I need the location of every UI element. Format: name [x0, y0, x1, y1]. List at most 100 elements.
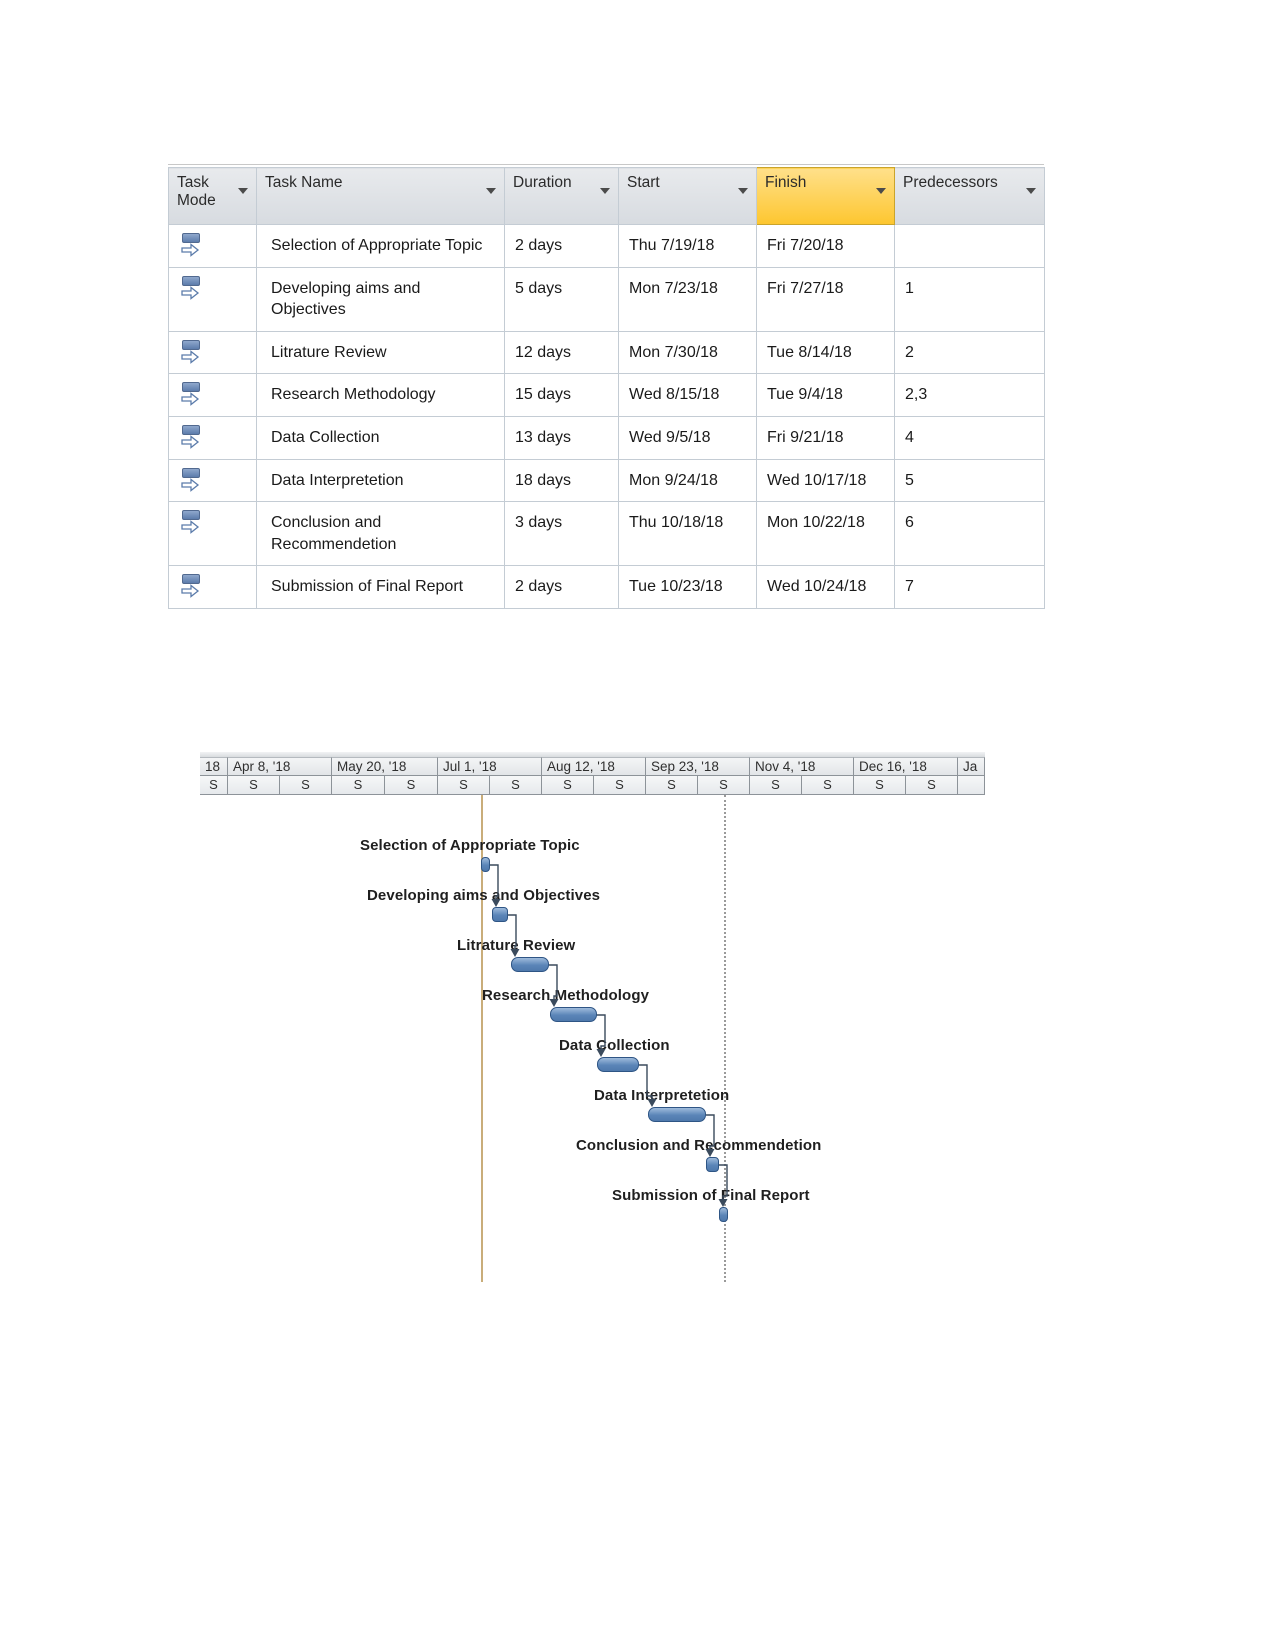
table-row[interactable]: Research Methodology 15 days Wed 8/15/18 Tu… — [168, 373, 1045, 417]
cell-predecessors[interactable]: 2 — [894, 330, 1045, 375]
cell-finish[interactable]: Fri 7/27/18 — [756, 266, 895, 332]
filter-dropdown-icon[interactable] — [238, 188, 248, 194]
cell-task-name[interactable]: Developing aims and Objectives — [256, 266, 505, 332]
timescale-minor-cell: S — [332, 776, 385, 795]
cell-finish[interactable]: Tue 8/14/18 — [756, 330, 895, 375]
column-header-predecessors[interactable]: Predecessors — [894, 167, 1045, 225]
cell-start[interactable]: Thu 7/19/18 — [618, 224, 757, 268]
gantt-bar-label: Submission of Final Report — [612, 1187, 810, 1204]
column-header-finish[interactable]: Finish — [756, 167, 895, 225]
manually-scheduled-icon — [181, 339, 203, 366]
cell-duration[interactable]: 2 days — [504, 565, 619, 609]
cell-predecessors[interactable]: 5 — [894, 458, 1045, 503]
filter-dropdown-icon[interactable] — [1026, 188, 1036, 194]
timescale-minor-cell: S — [854, 776, 906, 795]
cell-duration[interactable]: 3 days — [504, 501, 619, 567]
timescale-minor-cell — [958, 776, 985, 795]
timescale-major-cell: Nov 4, '18 — [750, 757, 854, 776]
cell-finish[interactable]: Wed 10/17/18 — [756, 458, 895, 503]
cell-start[interactable]: Mon 7/23/18 — [618, 266, 757, 332]
cell-start[interactable]: Tue 10/23/18 — [618, 565, 757, 609]
column-header-task-name-label: Task Name — [265, 174, 343, 191]
column-header-duration[interactable]: Duration — [504, 167, 619, 225]
cell-task-name[interactable]: Conclusion and Recommendetion — [256, 501, 505, 567]
gantt-bar[interactable] — [481, 857, 490, 872]
table-row[interactable]: Conclusion and Recommendetion 3 days Thu 1… — [168, 501, 1045, 567]
cell-finish[interactable]: Fri 7/20/18 — [756, 224, 895, 268]
gantt-bar[interactable] — [492, 907, 508, 922]
gantt-bar[interactable] — [706, 1157, 719, 1172]
cell-task-mode[interactable] — [168, 330, 257, 375]
table-row[interactable]: Data Interpretetion 18 days Mon 9/24/18 Wed… — [168, 458, 1045, 503]
table-row[interactable]: Litrature Review 12 days Mon 7/30/18 Tue 8/… — [168, 330, 1045, 375]
column-header-task-name[interactable]: Task Name — [256, 167, 505, 225]
cell-finish[interactable]: Wed 10/24/18 — [756, 565, 895, 609]
cell-duration[interactable]: 18 days — [504, 458, 619, 503]
filter-dropdown-icon[interactable] — [738, 188, 748, 194]
table-row[interactable]: Submission of Final Report 2 days Tue 10/2… — [168, 565, 1045, 609]
cell-duration[interactable]: 15 days — [504, 373, 619, 417]
timescale-minor-cell: S — [750, 776, 802, 795]
timescale-minor-cell: S — [906, 776, 958, 795]
cell-task-name[interactable]: Data Interpretetion — [256, 458, 505, 503]
cell-task-name[interactable]: Research Methodology — [256, 373, 505, 417]
cell-task-mode[interactable] — [168, 266, 257, 332]
gantt-bar-area: Selection of Appropriate Topic Developing… — [200, 795, 985, 1282]
cell-predecessors[interactable]: 4 — [894, 415, 1045, 460]
cell-start[interactable]: Thu 10/18/18 — [618, 501, 757, 567]
cell-task-mode[interactable] — [168, 501, 257, 567]
cell-task-name[interactable]: Selection of Appropriate Topic — [256, 224, 505, 268]
table-header-row: Task Mode Task Name Duration Start Finis… — [168, 167, 1045, 225]
cell-start[interactable]: Wed 9/5/18 — [618, 415, 757, 460]
timescale-major-cell: Dec 16, '18 — [854, 757, 958, 776]
cell-task-name[interactable]: Litrature Review — [256, 330, 505, 375]
filter-dropdown-icon[interactable] — [876, 188, 886, 194]
cell-duration[interactable]: 13 days — [504, 415, 619, 460]
task-table-panel: Task Mode Task Name Duration Start Finis… — [168, 158, 1045, 609]
column-header-task-mode[interactable]: Task Mode — [168, 167, 257, 225]
cell-task-mode[interactable] — [168, 458, 257, 503]
cell-start[interactable]: Wed 8/15/18 — [618, 373, 757, 417]
table-row[interactable]: Selection of Appropriate Topic 2 days Thu … — [168, 224, 1045, 268]
column-header-start-label: Start — [627, 174, 660, 191]
cell-finish[interactable]: Fri 9/21/18 — [756, 415, 895, 460]
cell-predecessors[interactable]: 6 — [894, 501, 1045, 567]
manually-scheduled-icon — [181, 233, 203, 259]
cell-start[interactable]: Mon 9/24/18 — [618, 458, 757, 503]
gantt-bar[interactable] — [648, 1107, 706, 1122]
table-row[interactable]: Developing aims and Objectives 5 days Mon … — [168, 266, 1045, 332]
timescale-minor-cell: S — [200, 776, 228, 795]
cell-task-name[interactable]: Data Collection — [256, 415, 505, 460]
cell-predecessors[interactable]: 2,3 — [894, 373, 1045, 417]
gantt-bar-label: Data Interpretetion — [594, 1087, 730, 1104]
cell-finish[interactable]: Tue 9/4/18 — [756, 373, 895, 417]
cell-task-mode[interactable] — [168, 373, 257, 417]
cell-predecessors[interactable]: 7 — [894, 565, 1045, 609]
timescale-minor-cell: S — [228, 776, 280, 795]
filter-dropdown-icon[interactable] — [486, 188, 496, 194]
gantt-bar[interactable] — [719, 1207, 728, 1222]
cell-task-mode[interactable] — [168, 415, 257, 460]
cell-task-mode[interactable] — [168, 565, 257, 609]
cell-start[interactable]: Mon 7/30/18 — [618, 330, 757, 375]
gantt-chart-panel: 18 Apr 8, '18 May 20, '18 Jul 1, '18 Aug 12,… — [200, 752, 985, 1282]
gantt-bar-label: Conclusion and Recommendetion — [576, 1137, 822, 1154]
gantt-timescale-header: 18 Apr 8, '18 May 20, '18 Jul 1, '18 Aug 12,… — [200, 757, 985, 795]
gantt-bar-label: Research Methodology — [482, 987, 650, 1004]
filter-dropdown-icon[interactable] — [600, 188, 610, 194]
gantt-bar[interactable] — [511, 957, 549, 972]
cell-task-name[interactable]: Submission of Final Report — [256, 565, 505, 609]
table-row[interactable]: Data Collection 13 days Wed 9/5/18 Fri 9/21… — [168, 415, 1045, 460]
gantt-bar-label: Developing aims and Objectives — [367, 887, 601, 904]
cell-predecessors[interactable]: 1 — [894, 266, 1045, 332]
gantt-bar[interactable] — [597, 1057, 639, 1072]
cell-predecessors[interactable] — [894, 224, 1045, 268]
cell-finish[interactable]: Mon 10/22/18 — [756, 501, 895, 567]
cell-duration[interactable]: 2 days — [504, 224, 619, 268]
cell-task-mode[interactable] — [168, 224, 257, 268]
column-header-finish-label: Finish — [765, 174, 807, 191]
column-header-start[interactable]: Start — [618, 167, 757, 225]
cell-duration[interactable]: 12 days — [504, 330, 619, 375]
gantt-bar[interactable] — [550, 1007, 597, 1022]
cell-duration[interactable]: 5 days — [504, 266, 619, 332]
